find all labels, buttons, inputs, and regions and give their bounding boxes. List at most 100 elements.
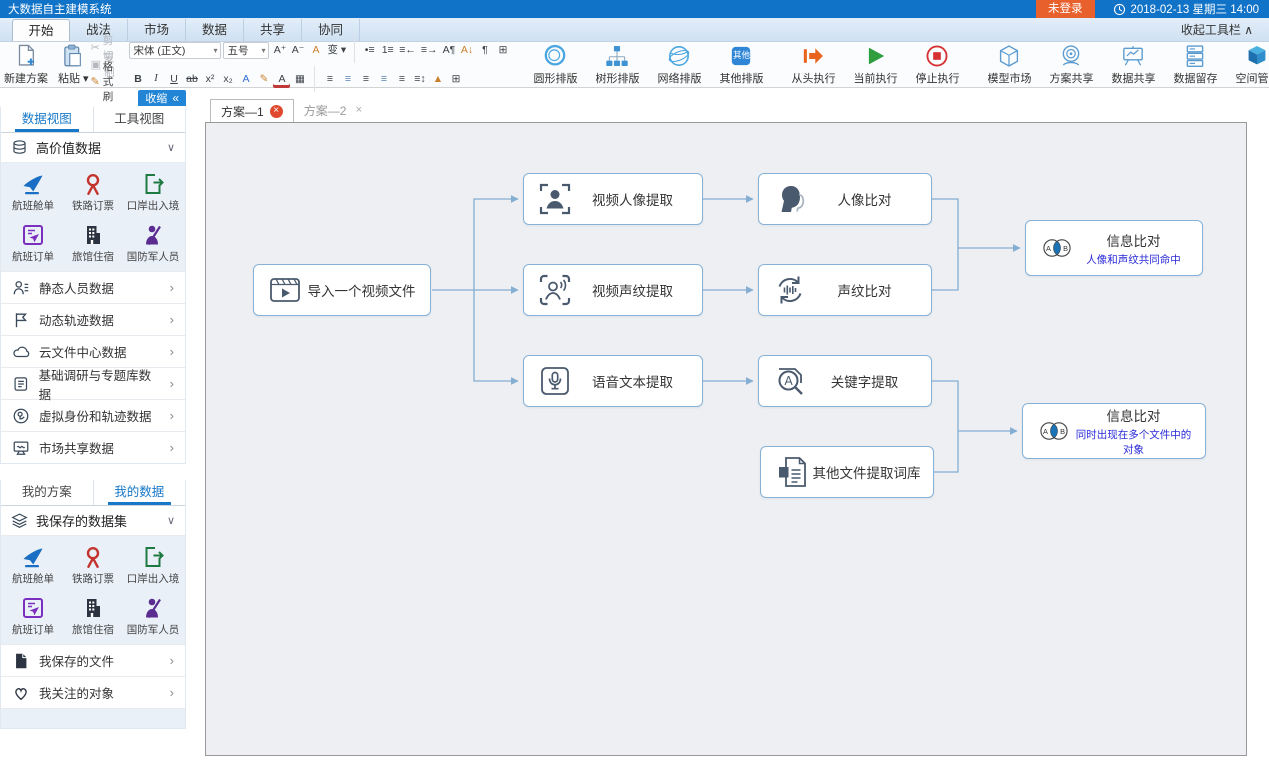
dataset-tile[interactable]: 航班订单	[3, 592, 63, 637]
chevron-right-icon: ›	[170, 376, 174, 391]
text-style-button[interactable]: B	[129, 71, 146, 88]
font-tool-button[interactable]: A⁻	[289, 42, 306, 59]
sidebar-tab[interactable]: 数据视图	[1, 107, 93, 132]
text-style-button[interactable]: x²	[201, 71, 218, 88]
copy-icon: ▣	[91, 58, 101, 71]
alignment-button[interactable]: ≡↕	[411, 71, 428, 88]
sidebar-tab[interactable]: 我的方案	[1, 480, 93, 505]
alignment-button[interactable]: ≡	[339, 71, 356, 88]
sidebar-category-row[interactable]: 虚拟身份和轨迹数据 ›	[1, 399, 185, 431]
ribbon-tab[interactable]: 战法	[70, 19, 128, 41]
section-high-value-data[interactable]: 高价值数据 ∨	[1, 133, 185, 163]
plan-tab[interactable]: 方案—1 ×	[210, 99, 294, 122]
dataset-tile[interactable]: 航班订单	[3, 219, 63, 264]
stop-run-icon	[923, 43, 951, 69]
text-style-button[interactable]: I	[147, 71, 164, 88]
plan-tab[interactable]: 方案—2 ×	[294, 99, 376, 122]
paragraph-tool-button[interactable]: A↓	[458, 42, 475, 59]
section-saved-datasets[interactable]: 我保存的数据集 ∨	[1, 506, 185, 536]
share-button[interactable]: 数据留存	[1164, 44, 1226, 85]
dataset-tile[interactable]: 航班舱单	[3, 541, 63, 586]
railway-icon	[81, 172, 105, 196]
sidebar-tab[interactable]: 工具视图	[93, 107, 186, 132]
text-style-button[interactable]: U	[165, 71, 182, 88]
paragraph-tool-button[interactable]: ≡←	[397, 42, 418, 59]
sidebar-category-row[interactable]: 静态人员数据 ›	[1, 271, 185, 303]
close-tab-icon[interactable]: ×	[270, 105, 283, 118]
flow-node-info-compare-1[interactable]: AB 信息比对 人像和声纹共同命中	[1025, 220, 1203, 276]
paragraph-tool-button[interactable]: ¶	[476, 42, 493, 59]
share-button[interactable]: 空间管理	[1226, 44, 1269, 85]
flow-node-face-compare[interactable]: 人像比对	[758, 173, 932, 225]
sidebar-category-row[interactable]: 我保存的文件 ›	[1, 644, 185, 676]
ribbon-tab[interactable]: 开始	[12, 19, 70, 41]
sidebar-category-row[interactable]: 动态轨迹数据 ›	[1, 303, 185, 335]
execute-button[interactable]: 停止执行	[906, 44, 968, 85]
text-style-button[interactable]: A	[273, 71, 290, 88]
dataset-tile[interactable]: 口岸出入境	[123, 541, 183, 586]
flow-node-import-video[interactable]: 导入一个视频文件	[253, 264, 431, 316]
execute-button[interactable]: 当前执行	[844, 44, 906, 85]
brush-icon: ✎	[91, 75, 100, 88]
flow-node-voice-compare[interactable]: 声纹比对	[758, 264, 932, 316]
text-style-button[interactable]: ab	[183, 71, 200, 88]
alignment-button[interactable]: ≡	[357, 71, 374, 88]
layout-button[interactable]: 树形排版	[586, 44, 648, 85]
collapse-toolbar-button[interactable]: 收起工具栏 ∧	[1181, 19, 1269, 41]
svg-text:B: B	[1060, 427, 1065, 436]
text-style-button[interactable]: x₂	[219, 71, 236, 88]
dataset-tile[interactable]: 旅馆住宿	[63, 592, 123, 637]
paragraph-tool-button[interactable]: A¶	[440, 42, 457, 59]
paragraph-tool-button[interactable]: ⊞	[494, 42, 511, 59]
sidebar-tab[interactable]: 我的数据	[93, 480, 186, 505]
dataset-tile[interactable]: 口岸出入境	[123, 168, 183, 213]
flow-node-other-files[interactable]: 其他文件提取词库	[760, 446, 934, 498]
layout-button[interactable]: 网络排版	[648, 44, 710, 85]
dataset-tile[interactable]: 铁路订票	[63, 168, 123, 213]
sidebar-category-row[interactable]: 云文件中心数据 ›	[1, 335, 185, 367]
sidebar-category-row[interactable]: 市场共享数据 ›	[1, 431, 185, 463]
venn-icon: AB	[1036, 413, 1072, 449]
alignment-button[interactable]: ≡	[393, 71, 410, 88]
font-tool-button[interactable]: 变 ▾	[325, 42, 348, 59]
sidebar-category-row[interactable]: 我关注的对象 ›	[1, 676, 185, 708]
share-button[interactable]: 模型市场	[978, 44, 1040, 85]
share-button[interactable]: 数据共享	[1102, 44, 1164, 85]
alignment-button[interactable]: ▲	[429, 71, 446, 88]
share-button[interactable]: 方案共享	[1040, 44, 1102, 85]
dataset-tile[interactable]: 国防军人员	[123, 219, 183, 264]
dataset-tile[interactable]: 国防军人员	[123, 592, 183, 637]
login-status-badge[interactable]: 未登录	[1036, 0, 1095, 18]
format-painter-button[interactable]: ✎格式刷	[91, 74, 115, 89]
layout-button[interactable]: 其他 其他排版	[710, 44, 772, 85]
dataset-tile[interactable]: 航班舱单	[3, 168, 63, 213]
text-style-button[interactable]: A	[237, 71, 254, 88]
dataset-tile[interactable]: 旅馆住宿	[63, 219, 123, 264]
sidebar-category-row[interactable]: 基础调研与专题库数据 ›	[1, 367, 185, 399]
dataset-tile[interactable]: 铁路订票	[63, 541, 123, 586]
font-size-select[interactable]: 五号▾	[223, 42, 269, 59]
new-plan-button[interactable]: 新建方案	[4, 44, 48, 85]
paragraph-tool-button[interactable]: 1≡	[379, 42, 396, 59]
font-tool-button[interactable]: A	[307, 42, 324, 59]
paragraph-tool-button[interactable]: ≡→	[419, 42, 440, 59]
alignment-button[interactable]: ≡	[375, 71, 392, 88]
paragraph-tool-button[interactable]: •≡	[361, 42, 378, 59]
collapse-sidebar-button[interactable]: 收缩 «	[138, 90, 186, 106]
flow-canvas[interactable]: 导入一个视频文件 视频人像提取 视频声纹提取	[205, 122, 1247, 756]
font-name-select[interactable]: 宋体 (正文)▾	[129, 42, 221, 59]
font-tool-button[interactable]: A⁺	[271, 42, 288, 59]
close-tab-icon[interactable]: ×	[352, 104, 365, 117]
text-style-button[interactable]: ✎	[255, 71, 272, 88]
execute-button[interactable]: 从头执行	[782, 44, 844, 85]
flow-node-speech-text[interactable]: 语音文本提取	[523, 355, 703, 407]
flow-node-video-face[interactable]: 视频人像提取	[523, 173, 703, 225]
alignment-button[interactable]: ≡	[321, 71, 338, 88]
alignment-button[interactable]: ⊞	[447, 71, 464, 88]
paste-button[interactable]: 粘贴 ▾	[58, 44, 89, 85]
flow-node-keyword[interactable]: A 关键字提取	[758, 355, 932, 407]
text-style-button[interactable]: ▦	[291, 71, 308, 88]
layout-button[interactable]: 圆形排版	[524, 44, 586, 85]
flow-node-video-voice[interactable]: 视频声纹提取	[523, 264, 703, 316]
flow-node-info-compare-2[interactable]: AB 信息比对 同时出现在多个文件中的对象	[1022, 403, 1206, 459]
